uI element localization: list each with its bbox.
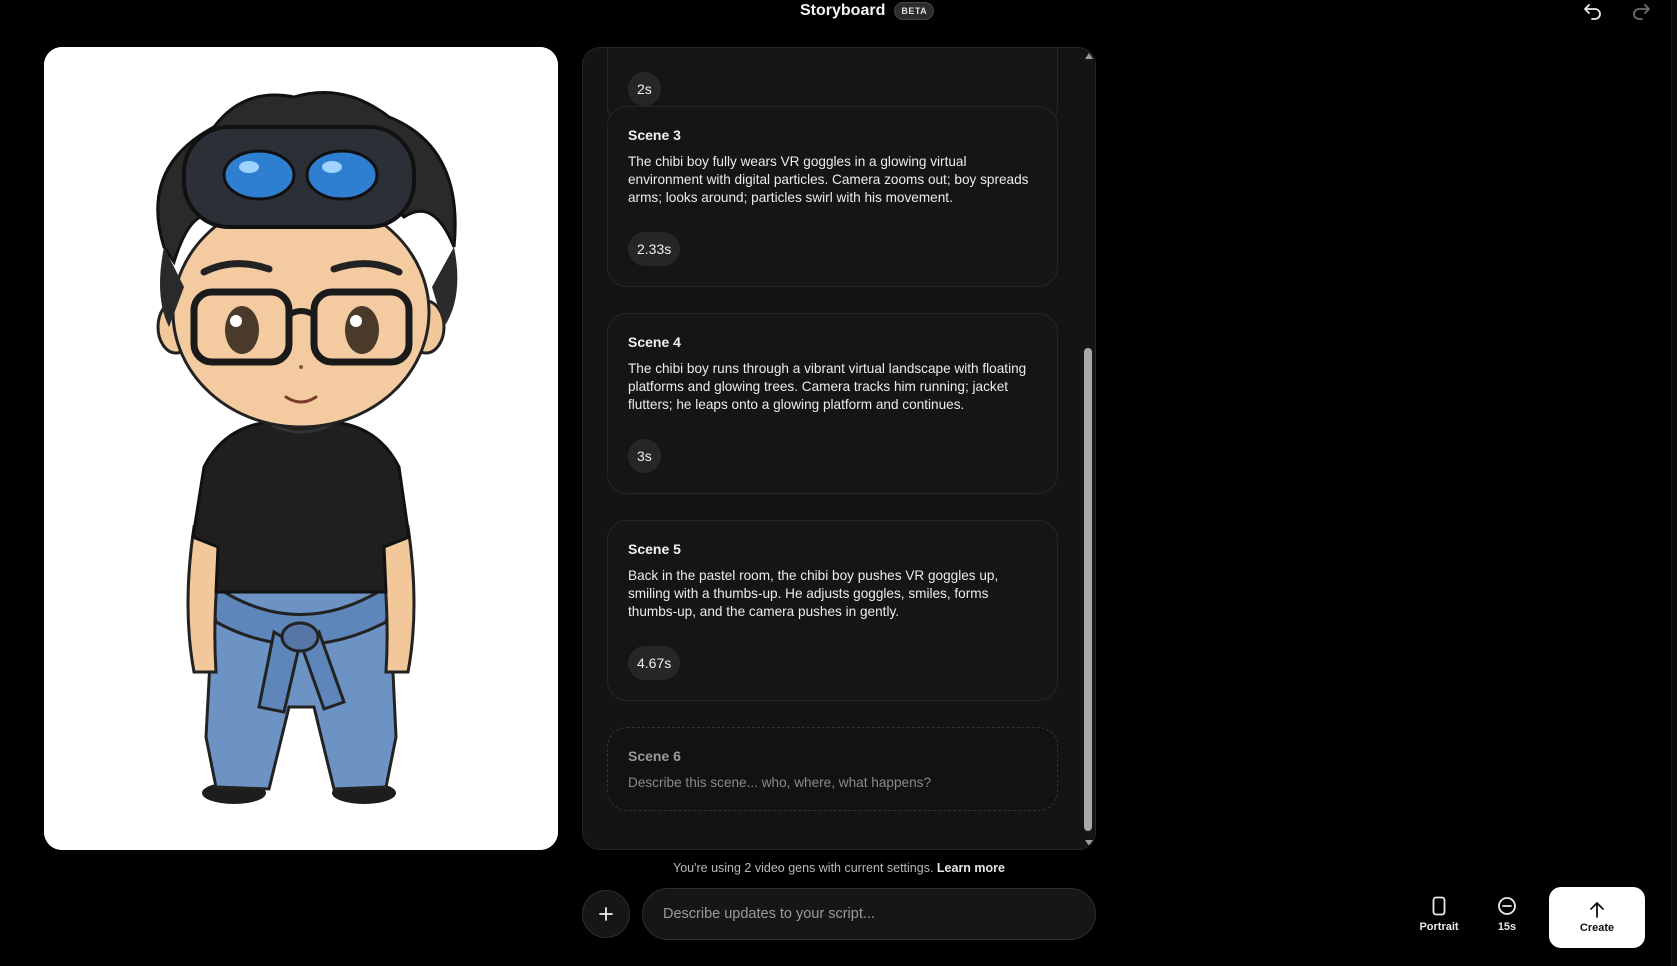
scene-description[interactable]: Back in the pastel room, the chibi boy p… (628, 567, 1037, 621)
scrollbar[interactable] (1081, 48, 1095, 849)
scene-description[interactable]: The chibi boy runs through a vibrant vir… (628, 360, 1037, 414)
scroll-thumb[interactable] (1084, 348, 1092, 831)
orientation-label: Portrait (1419, 921, 1459, 933)
redo-icon (1633, 4, 1650, 20)
orientation-button[interactable]: Portrait (1410, 896, 1468, 940)
scene-card-4[interactable]: Scene 4 The chibi boy runs through a vib… (607, 313, 1058, 494)
create-label: Create (1579, 922, 1615, 934)
undo-button[interactable] (1580, 0, 1606, 22)
script-update-input[interactable] (642, 888, 1096, 940)
usage-note: You're using 2 video gens with current s… (582, 861, 1096, 875)
scene-duration-chip[interactable]: 4.67s (628, 646, 681, 680)
window-edge (1671, 0, 1677, 966)
page-title: Storyboard (800, 2, 886, 19)
scene-card-5[interactable]: Scene 5 Back in the pastel room, the chi… (607, 520, 1058, 701)
scene-title: Scene 4 (628, 334, 681, 350)
scene-card-6-new[interactable]: Scene 6 Describe this scene... who, wher… (607, 727, 1058, 811)
scene-list-panel[interactable]: 2s Scene 3 The chibi boy fully wears VR … (582, 47, 1096, 850)
character-reference-image[interactable] (44, 47, 558, 850)
add-button[interactable] (582, 890, 630, 938)
scene-duration-chip[interactable]: 3s (628, 439, 661, 473)
usage-text: You're using 2 video gens with current s… (673, 861, 934, 875)
duration-label: 15s (1497, 921, 1517, 933)
scroll-up-icon[interactable] (1085, 53, 1093, 59)
duration-button[interactable]: 15s (1478, 896, 1536, 940)
scene-list: 2s Scene 3 The chibi boy fully wears VR … (583, 48, 1073, 849)
beta-badge: BETA (894, 2, 935, 20)
scene-description[interactable]: The chibi boy fully wears VR goggles in … (628, 153, 1037, 207)
create-button[interactable]: Create (1549, 887, 1645, 948)
scene-title: Scene 6 (628, 748, 681, 764)
learn-more-link[interactable]: Learn more (937, 861, 1005, 875)
scene-card-3[interactable]: Scene 3 The chibi boy fully wears VR gog… (607, 106, 1058, 287)
undo-icon (1584, 4, 1601, 20)
scene-duration-chip[interactable]: 2.33s (628, 232, 681, 266)
arrow-up-icon (1590, 902, 1604, 918)
scene-duration-chip[interactable]: 2s (628, 72, 661, 106)
title-group: Storyboard BETA (800, 2, 935, 20)
scene-title: Scene 5 (628, 541, 681, 557)
chibi-boy-illustration (44, 47, 558, 850)
scroll-down-icon[interactable] (1085, 840, 1093, 846)
scene-description-placeholder[interactable]: Describe this scene... who, where, what … (628, 774, 1037, 792)
portrait-icon (1432, 896, 1446, 916)
top-bar: Storyboard BETA (0, 0, 1677, 24)
redo-button[interactable] (1628, 0, 1654, 22)
scene-title: Scene 3 (628, 127, 681, 143)
timer-icon (1498, 897, 1516, 915)
plus-icon (599, 907, 613, 921)
